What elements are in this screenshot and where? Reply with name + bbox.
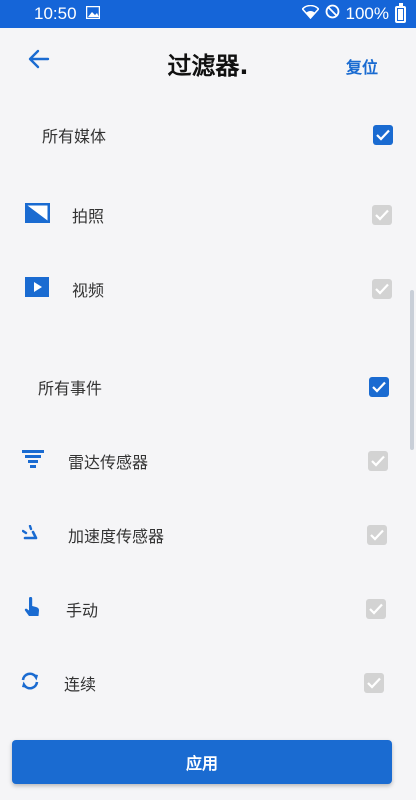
checkmark-icon: [367, 677, 381, 689]
accelerometer-checkbox[interactable]: [367, 525, 387, 545]
filter-row-continuous[interactable]: 连续: [0, 658, 416, 708]
video-checkbox[interactable]: [372, 279, 392, 299]
checkmark-icon: [372, 381, 386, 393]
checkmark-icon: [375, 209, 389, 221]
hand-pointer-icon: [24, 596, 40, 621]
radar-sensor-icon: [22, 450, 44, 472]
sync-icon: [20, 672, 40, 694]
video-play-icon: [25, 277, 49, 301]
checkmark-icon: [376, 129, 390, 141]
apply-button[interactable]: 应用: [12, 740, 392, 784]
filter-row-photo[interactable]: 拍照: [0, 190, 416, 240]
all-media-label: 所有媒体: [42, 127, 107, 146]
reset-button[interactable]: 复位: [346, 54, 378, 78]
manual-checkbox[interactable]: [366, 599, 386, 619]
accelerometer-icon: [21, 524, 40, 545]
filter-row-all-events[interactable]: 所有事件: [0, 362, 416, 412]
checkmark-icon: [371, 455, 385, 467]
photo-checkbox[interactable]: [372, 205, 392, 225]
scrollbar[interactable]: [410, 290, 414, 450]
app-header: 过滤器. 复位: [0, 28, 416, 98]
filter-row-manual[interactable]: 手动: [0, 584, 416, 634]
accelerometer-label: 加速度传感器: [68, 527, 165, 546]
status-bar: 10:50 100%: [0, 0, 416, 28]
battery-percent: 100%: [345, 4, 389, 23]
all-events-checkbox[interactable]: [369, 377, 389, 397]
filter-row-radar-sensor[interactable]: 雷达传感器: [0, 436, 416, 486]
status-time: 10:50: [34, 4, 77, 23]
battery-icon: [395, 2, 406, 23]
all-events-label: 所有事件: [38, 379, 103, 398]
continuous-checkbox[interactable]: [364, 673, 384, 693]
radar-sensor-checkbox[interactable]: [368, 451, 388, 471]
checkmark-icon: [369, 603, 383, 615]
checkmark-icon: [370, 529, 384, 541]
gallery-notification-icon: [85, 5, 101, 24]
continuous-label: 连续: [64, 675, 97, 694]
checkmark-icon: [375, 283, 389, 295]
filter-row-accelerometer[interactable]: 加速度传感器: [0, 510, 416, 560]
wifi-icon: [300, 4, 320, 24]
photo-icon: [25, 203, 50, 227]
filter-row-video[interactable]: 视频: [0, 264, 416, 314]
radar-sensor-label: 雷达传感器: [68, 453, 149, 472]
all-media-checkbox[interactable]: [373, 125, 393, 145]
filter-row-all-media[interactable]: 所有媒体: [0, 110, 416, 160]
do-not-disturb-icon: [325, 4, 340, 24]
manual-label: 手动: [66, 601, 99, 620]
video-label: 视频: [72, 281, 105, 300]
photo-label: 拍照: [72, 207, 105, 226]
